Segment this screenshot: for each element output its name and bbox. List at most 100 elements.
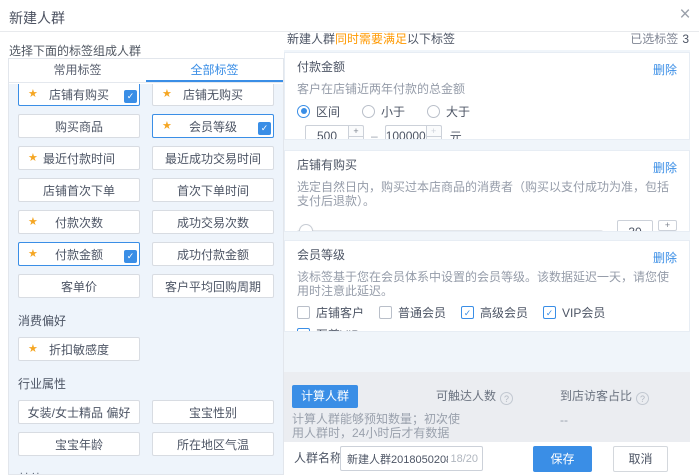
delete-link[interactable]: 删除 [653,159,677,176]
section-header-industry: 行业属性 [18,375,274,392]
checkbox-checked-icon: ✓ [461,306,474,319]
checkbox-icon: ✓ [379,306,392,319]
tab-common-tags[interactable]: 常用标签 [9,59,146,82]
tag-item[interactable]: ★折扣敏感度 [18,337,140,361]
store-visit-ratio-value: -- [560,413,568,427]
checkbox-senior-member[interactable]: ✓高级会员 [461,304,543,321]
store-visit-ratio-label: 到店访客占比? [560,387,649,405]
reachable-count-value: -- [436,413,444,427]
close-icon[interactable]: × [674,4,696,26]
plus-icon[interactable]: + [427,125,442,136]
tag-item[interactable]: 成功付款金额 [152,242,274,266]
tag-item[interactable]: 女装/女士精品 偏好 [18,400,140,424]
days-stepper[interactable]: +− [658,220,677,233]
tag-item[interactable]: ★付款次数 [18,210,140,234]
card-description: 客户在店铺近两年付款的总金额 [297,82,677,96]
tag-item[interactable]: ★店铺有购买✓ [18,84,140,106]
tag-item[interactable]: 宝宝年龄 [18,432,140,456]
card-title: 付款金额 [297,59,677,75]
star-icon: ★ [28,151,38,165]
selected-tags-count: 已选标签3 [630,30,689,47]
section-header-other: 其他 [18,470,274,474]
tag-item[interactable]: 成功交易次数 [152,210,274,234]
tag-item[interactable]: ★会员等级✓ [152,114,274,138]
card-description: 该标签基于您在会员体系中设置的会员等级。该数据延迟一天，请您使用时注意此延迟。 [297,270,677,298]
tag-item[interactable]: 店铺首次下单 [18,178,140,202]
create-audience-dialog: 新建人群 × 选择下面的标签组成人群 常用标签 全部标签 ★店铺有购买✓ ★店铺… [0,0,699,475]
radio-option-less-than[interactable]: 小于 [362,103,405,120]
selected-tag-cards: 付款金额 删除 客户在店铺近两年付款的总金额 区间 小于 大于 500 +− –… [284,50,690,372]
star-icon: ★ [28,247,38,261]
radio-icon [427,105,440,118]
minus-icon[interactable]: − [349,136,364,140]
star-icon: ★ [162,87,172,101]
star-icon: ★ [28,342,38,356]
slider-handle[interactable] [299,224,313,232]
star-icon: ★ [162,119,172,133]
tag-library-panel: 常用标签 全部标签 ★店铺有购买✓ ★店铺无购买 购买商品 ★会员等级✓ ★最近… [8,58,284,475]
checkbox-normal-member[interactable]: ✓普通会员 [379,304,461,321]
right-panel-title: 新建人群同时需要满足以下标签 [287,30,455,47]
card-description: 选定自然日内，购买过本店商品的消费者（购买以支付成功为准，包括支付后退款）。 [297,180,677,208]
card-title: 店铺有购买 [297,157,677,173]
tag-item[interactable]: 所在地区气温 [152,432,274,456]
days-value-input[interactable]: 30 [617,220,653,232]
checkbox-supreme-vip[interactable]: ✓至尊VIP [297,326,359,333]
minus-icon[interactable]: − [427,136,442,140]
days-slider[interactable] [297,230,603,232]
tag-item[interactable]: 宝宝性别 [152,400,274,424]
card-title: 会员等级 [297,247,677,263]
audience-name-input[interactable]: 新建人群2018050208475 18/20 [340,446,483,471]
unit-label: 元 [450,128,462,141]
section-header-consumption: 消费偏好 [18,312,274,329]
help-icon[interactable]: ? [636,392,649,405]
checkbox-icon: ✓ [297,306,310,319]
checkbox-checked-icon: ✓ [124,250,137,263]
left-subtitle: 选择下面的标签组成人群 [9,42,141,59]
tag-item[interactable]: 首次下单时间 [152,178,274,202]
tag-item[interactable]: ★店铺无购买 [152,84,274,106]
tab-all-tags[interactable]: 全部标签 [146,59,283,82]
save-button[interactable]: 保存 [533,446,592,472]
tag-item[interactable]: ★付款金额✓ [18,242,140,266]
help-icon[interactable]: ? [500,392,513,405]
plus-icon[interactable]: + [349,125,364,136]
card-payment-amount: 付款金额 删除 客户在店铺近两年付款的总金额 区间 小于 大于 500 +− –… [284,52,690,140]
radio-selected-icon [297,105,310,118]
range-separator: – [371,129,378,140]
checkbox-checked-icon: ✓ [297,328,310,333]
char-counter: 18/20 [450,453,478,465]
star-icon: ★ [28,87,38,101]
calculate-audience-button[interactable]: 计算人群 [292,385,358,408]
page-title: 新建人群 [9,8,65,28]
card-member-level: 会员等级 删除 该标签基于您在会员体系中设置的会员等级。该数据延迟一天，请您使用… [284,240,690,332]
cancel-button[interactable]: 取消 [613,446,668,472]
reachable-count-label: 可触达人数? [436,387,513,405]
tag-item[interactable]: ★最近付款时间 [18,146,140,170]
star-icon: ★ [28,215,38,229]
min-amount-input[interactable]: 500 [305,125,349,140]
audience-name-value: 新建人群2018050208475 [347,451,448,467]
checkbox-vip-member[interactable]: ✓VIP会员 [543,304,605,321]
checkbox-checked-icon: ✓ [258,122,271,135]
tag-item[interactable]: 购买商品 [18,114,140,138]
tag-item[interactable]: 客单价 [18,274,140,298]
plus-icon[interactable]: + [658,220,677,231]
tag-item[interactable]: 客户平均回购周期 [152,274,274,298]
radio-option-range[interactable]: 区间 [297,103,340,120]
card-shop-purchased: 店铺有购买 删除 选定自然日内，购买过本店商品的消费者（购买以支付成功为准，包括… [284,150,690,232]
min-amount-stepper[interactable]: +− [349,125,364,140]
dialog-footer: 人群名称 新建人群2018050208475 18/20 保存 取消 [284,442,699,475]
delete-link[interactable]: 删除 [653,249,677,266]
highlight-text: 同时需要满足 [335,32,407,46]
checkbox-checked-icon: ✓ [124,90,137,103]
tag-list-area: ★店铺有购买✓ ★店铺无购买 购买商品 ★会员等级✓ ★最近付款时间 最近成功交… [9,84,283,474]
audience-name-label: 人群名称 [294,442,342,474]
max-amount-input[interactable]: 100000 [385,125,427,140]
checkbox-shop-customer[interactable]: ✓店铺客户 [297,304,379,321]
max-amount-stepper[interactable]: +− [427,125,442,140]
calculation-panel: 计算人群 计算人群能够预知数量；初次使用人群时，24小时后才有数据 可触达人数?… [284,372,690,442]
tag-item[interactable]: 最近成功交易时间 [152,146,274,170]
radio-option-greater-than[interactable]: 大于 [427,103,470,120]
delete-link[interactable]: 删除 [653,61,677,78]
